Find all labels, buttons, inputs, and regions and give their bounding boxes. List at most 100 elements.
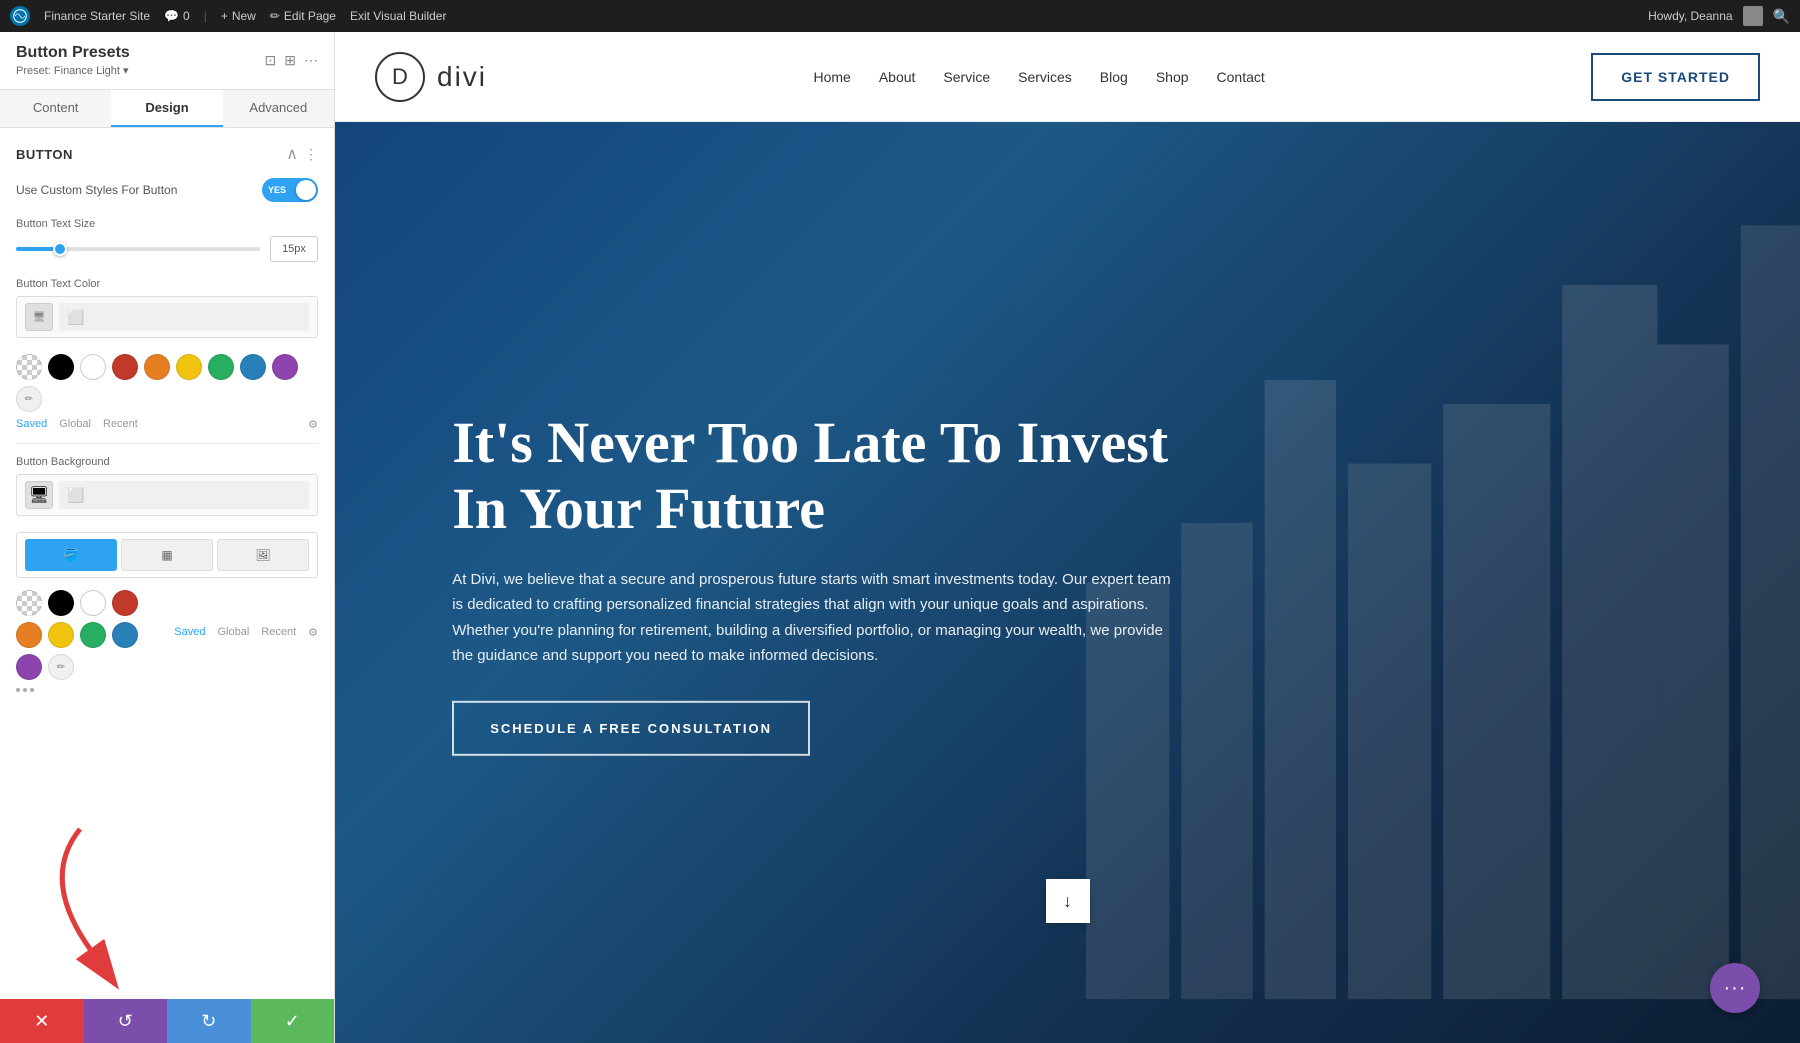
saved-tab[interactable]: Saved: [16, 418, 47, 431]
wp-admin-bar: Finance Starter Site 💬 0 | + New ✏ Edit …: [0, 0, 1800, 32]
white-color-dot[interactable]: [80, 354, 106, 380]
nav-about[interactable]: About: [879, 69, 916, 85]
resize-icon[interactable]: ⊡: [265, 52, 277, 69]
bg-color-swatch[interactable]: 🖥: [25, 481, 53, 509]
close-icon: ✕: [34, 1011, 49, 1032]
toggle-yes-label: YES: [268, 185, 286, 195]
bottom-global-tab[interactable]: Global: [217, 626, 249, 639]
nav-shop[interactable]: Shop: [1156, 69, 1189, 85]
three-dots-bottom[interactable]: [16, 688, 318, 692]
button-text-size-label: Button Text Size: [16, 218, 318, 230]
redo-button[interactable]: ↻: [167, 999, 251, 1043]
tab-advanced[interactable]: Advanced: [223, 90, 334, 127]
bottom-blue-dot[interactable]: [112, 622, 138, 648]
purple-color-dot[interactable]: [272, 354, 298, 380]
more-options-button[interactable]: ···: [1710, 963, 1760, 1013]
palette-settings-icon[interactable]: ⚙: [308, 418, 318, 431]
edit-color-dot[interactable]: ✏: [16, 386, 42, 412]
button-bg-row: Button Background 🖥 ⬜: [16, 456, 318, 516]
slider-thumb[interactable]: [53, 242, 67, 256]
slider-track[interactable]: [16, 247, 260, 251]
bottom-green-dot[interactable]: [80, 622, 106, 648]
paint-bucket-icon: 🪣: [64, 548, 79, 562]
green-color-dot[interactable]: [208, 354, 234, 380]
red-color-dot[interactable]: [112, 354, 138, 380]
bottom-white-dot[interactable]: [80, 590, 106, 616]
section-menu-icon[interactable]: ⋮: [304, 146, 318, 163]
bottom-yellow-dot[interactable]: [48, 622, 74, 648]
recent-tab[interactable]: Recent: [103, 418, 138, 431]
button-section-header: Button ∧ ⋮: [16, 144, 318, 164]
tab-design[interactable]: Design: [111, 90, 222, 127]
gradient-bg-btn[interactable]: ▦: [121, 539, 213, 571]
undo-button[interactable]: ↺: [84, 999, 168, 1043]
bottom-recent-tab[interactable]: Recent: [261, 626, 296, 639]
close-button[interactable]: ✕: [0, 999, 84, 1043]
check-icon: ✓: [285, 1011, 300, 1032]
collapse-icon[interactable]: ∧: [286, 144, 298, 164]
solid-bg-btn[interactable]: 🪣: [25, 539, 117, 571]
button-bg-label: Button Background: [16, 456, 318, 468]
dot-1: [16, 688, 20, 692]
button-text-color-label: Button Text Color: [16, 278, 318, 290]
monitor-icon-2: 🖥: [29, 485, 49, 505]
bg-icon-row: 🪣 ▦ 🖼: [16, 532, 318, 578]
scroll-down-button[interactable]: ↓: [1046, 879, 1090, 923]
bottom-edit-dot[interactable]: ✏: [48, 654, 74, 680]
exit-builder-link[interactable]: Exit Visual Builder: [350, 9, 447, 23]
yellow-color-dot[interactable]: [176, 354, 202, 380]
monitor-icon: 🖥: [33, 312, 46, 323]
nav-service[interactable]: Service: [943, 69, 990, 85]
edit-page-link[interactable]: ✏ Edit Page: [270, 9, 336, 23]
bottom-black-dot[interactable]: [48, 590, 74, 616]
color-palette-row: ✏ Saved Global Recent ⚙: [16, 354, 318, 431]
site-name-link[interactable]: Finance Starter Site: [44, 9, 150, 23]
new-link[interactable]: + New: [221, 9, 256, 23]
blue-color-dot[interactable]: [240, 354, 266, 380]
nav-contact[interactable]: Contact: [1217, 69, 1265, 85]
bottom-red-dot[interactable]: [112, 590, 138, 616]
bottom-transparent-dot[interactable]: [16, 590, 42, 616]
panel-header: Button Presets Preset: Finance Light ▾ ⊡…: [0, 32, 334, 90]
dot-3: [30, 688, 34, 692]
image-bg-btn[interactable]: 🖼: [217, 539, 309, 571]
more-options-icon: ···: [1724, 977, 1747, 1000]
use-custom-styles-row: Use Custom Styles For Button YES: [16, 178, 318, 202]
admin-search-icon[interactable]: 🔍: [1773, 8, 1790, 25]
admin-bar-right: Howdy, Deanna 🔍: [1648, 6, 1790, 26]
comments-link[interactable]: 💬 0: [164, 9, 190, 23]
save-check-button[interactable]: ✓: [251, 999, 335, 1043]
grid-icon[interactable]: ⊞: [284, 52, 296, 69]
more-icon[interactable]: ⋯: [304, 52, 318, 69]
bottom-palette-area: ✏ Saved Global Recent ⚙: [16, 590, 318, 680]
panel-footer: ✕ ↺ ↻ ✓: [0, 999, 334, 1043]
transparent-color-dot[interactable]: [16, 354, 42, 380]
color-dots-row: ✏: [16, 354, 318, 412]
color-preview-area[interactable]: ⬜: [59, 303, 309, 331]
orange-color-dot[interactable]: [144, 354, 170, 380]
text-color-swatch[interactable]: 🖥: [25, 303, 53, 331]
panel-title: Button Presets: [16, 44, 130, 62]
cursor-icon-2: ⬜: [67, 487, 84, 504]
button-section-title: Button: [16, 147, 73, 162]
user-avatar[interactable]: [1743, 6, 1763, 26]
black-color-dot[interactable]: [48, 354, 74, 380]
get-started-button[interactable]: GET STARTED: [1591, 53, 1760, 101]
nav-services[interactable]: Services: [1018, 69, 1072, 85]
bottom-purple-dot[interactable]: [16, 654, 42, 680]
bottom-settings-icon[interactable]: ⚙: [308, 626, 318, 639]
tab-content[interactable]: Content: [0, 90, 111, 127]
nav-blog[interactable]: Blog: [1100, 69, 1128, 85]
global-tab[interactable]: Global: [59, 418, 91, 431]
color-swatch-row: 🖥 ⬜: [16, 296, 318, 338]
bg-color-preview[interactable]: ⬜: [59, 481, 309, 509]
nav-home[interactable]: Home: [813, 69, 850, 85]
logo-circle: D: [375, 52, 425, 102]
bottom-orange-dot[interactable]: [16, 622, 42, 648]
use-custom-toggle[interactable]: YES: [262, 178, 318, 202]
wordpress-icon[interactable]: [10, 6, 30, 26]
hero-content: It's Never Too Late To Invest In Your Fu…: [452, 409, 1232, 755]
bottom-saved-tab[interactable]: Saved: [174, 626, 205, 639]
hero-cta-button[interactable]: SCHEDULE A FREE CONSULTATION: [452, 701, 810, 756]
undo-icon: ↺: [118, 1011, 133, 1032]
